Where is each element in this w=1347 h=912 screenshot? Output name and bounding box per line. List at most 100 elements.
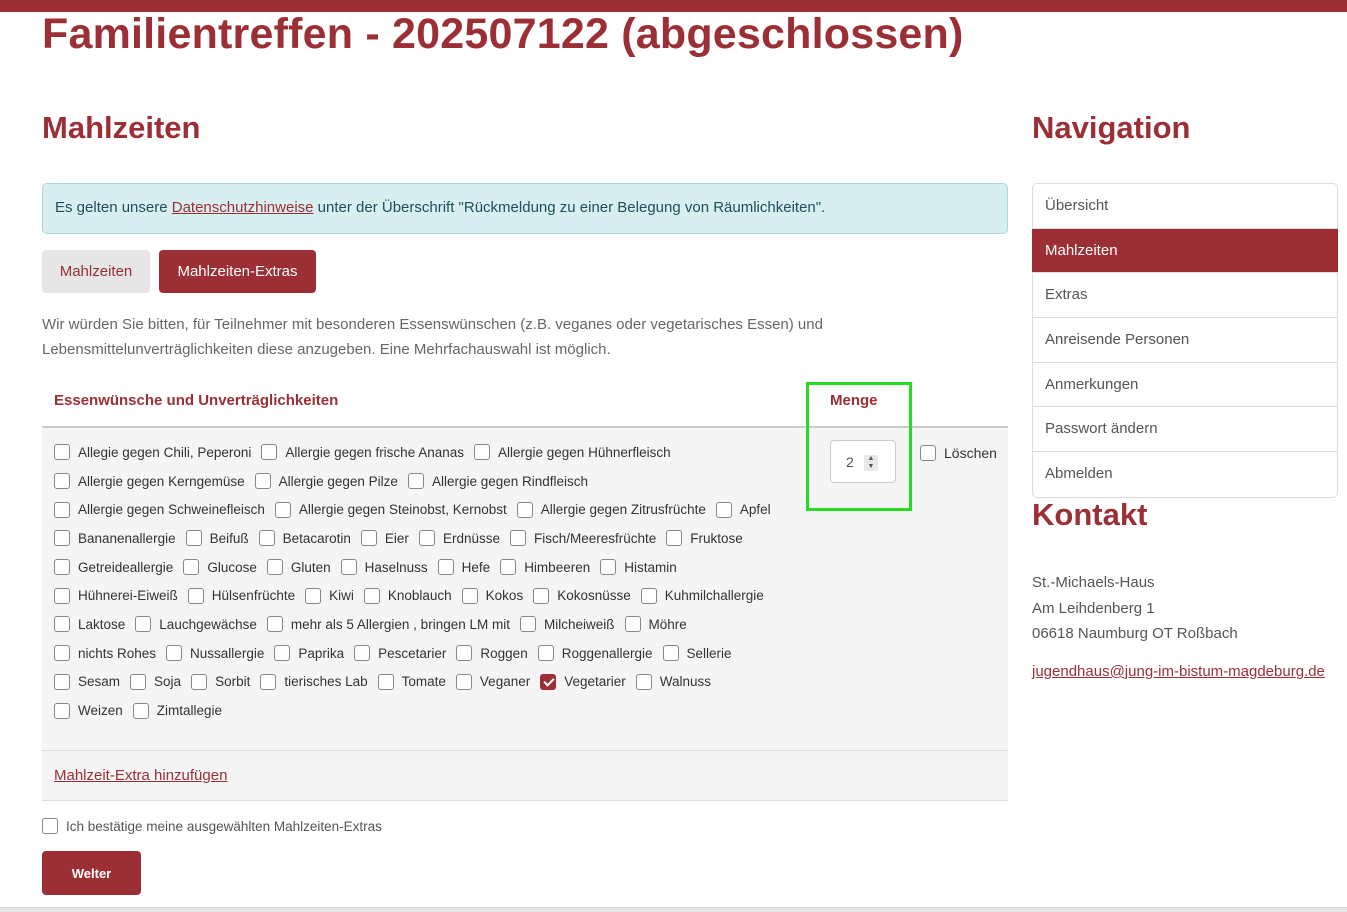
checkbox[interactable]	[54, 530, 70, 547]
option-checkbox-item[interactable]: Allergie gegen frische Ananas	[261, 438, 464, 467]
checkbox[interactable]	[624, 616, 641, 633]
checkbox[interactable]	[600, 559, 617, 576]
checkbox[interactable]	[187, 587, 204, 604]
checkbox[interactable]	[54, 501, 70, 518]
option-checkbox-item[interactable]: Laktose	[54, 610, 125, 639]
option-checkbox-item[interactable]: Betacarotin	[258, 524, 351, 553]
option-checkbox-item[interactable]: Lauchgewächse	[135, 610, 257, 639]
checkbox[interactable]	[662, 645, 679, 662]
checkbox[interactable]	[509, 530, 526, 547]
checkbox[interactable]	[407, 473, 424, 490]
checkbox[interactable]	[130, 673, 147, 690]
checkbox[interactable]	[437, 559, 454, 576]
checkbox[interactable]	[461, 587, 478, 604]
option-checkbox-item[interactable]: Allergie gegen Kerngemüse	[54, 467, 245, 496]
option-checkbox-item[interactable]: Getreideallergie	[54, 553, 173, 582]
option-checkbox-item[interactable]: Allergie gegen Rindfleisch	[407, 467, 588, 496]
checkbox[interactable]	[377, 673, 394, 690]
option-checkbox-item[interactable]: Erdnüsse	[418, 524, 500, 553]
option-checkbox-item[interactable]: Fisch/Meeresfrüchte	[509, 524, 656, 553]
checkbox[interactable]	[474, 444, 490, 461]
checkbox[interactable]	[533, 587, 550, 604]
option-checkbox-item[interactable]: Allergie gegen Steinobst, Kernobst	[274, 495, 507, 524]
option-checkbox-item[interactable]: Glucose	[183, 553, 257, 582]
option-checkbox-item[interactable]: Allergie gegen Hühnerfleisch	[474, 438, 671, 467]
option-checkbox-item[interactable]: Hefe	[437, 553, 490, 582]
option-checkbox-item[interactable]: Allegie gegen Chili, Peperoni	[54, 438, 251, 467]
option-checkbox-item[interactable]: Roggen	[456, 639, 528, 668]
checkbox[interactable]	[54, 673, 70, 690]
checkbox[interactable]	[132, 702, 149, 719]
checkbox[interactable]	[135, 616, 152, 633]
checkbox[interactable]	[363, 587, 380, 604]
option-checkbox-item[interactable]: Hülsenfrüchte	[187, 581, 295, 610]
option-checkbox-item[interactable]: Möhre	[624, 610, 687, 639]
option-checkbox-item[interactable]: Knoblauch	[363, 581, 452, 610]
checkbox[interactable]	[666, 530, 683, 547]
checkbox[interactable]	[54, 702, 70, 719]
next-button[interactable]: Welter	[42, 851, 141, 895]
checkbox[interactable]	[418, 530, 435, 547]
checkbox[interactable]	[54, 444, 70, 461]
confirm-checkbox[interactable]	[42, 818, 58, 834]
option-checkbox-item[interactable]: Histamin	[600, 553, 677, 582]
option-checkbox-item[interactable]: Allergie gegen Zitrusfrüchte	[516, 495, 706, 524]
checkbox[interactable]	[537, 645, 554, 662]
sidebar-item[interactable]: Übersicht	[1033, 184, 1337, 229]
quantity-stepper[interactable]: 2 ▲ ▼	[830, 440, 896, 483]
checkbox[interactable]	[185, 530, 202, 547]
sidebar-item[interactable]: Extras	[1033, 273, 1337, 319]
checkbox[interactable]	[54, 616, 70, 633]
option-checkbox-item[interactable]: Kuhmilchallergie	[640, 581, 764, 610]
option-checkbox-item[interactable]: Roggenallergie	[537, 639, 653, 668]
checkbox[interactable]	[456, 645, 473, 662]
checkbox[interactable]	[166, 645, 183, 662]
option-checkbox-item[interactable]: Himbeeren	[500, 553, 590, 582]
tab-mahlzeiten[interactable]: Mahlzeiten	[42, 250, 150, 293]
option-checkbox-item[interactable]: nichts Rohes	[54, 639, 156, 668]
checkbox[interactable]	[258, 530, 275, 547]
checkbox[interactable]	[340, 559, 357, 576]
checkbox[interactable]	[455, 673, 472, 690]
option-checkbox-item[interactable]: Kokos	[461, 581, 523, 610]
checkbox[interactable]	[260, 673, 277, 690]
option-checkbox-item[interactable]: mehr als 5 Allergien , bringen LM mit	[266, 610, 510, 639]
checkbox[interactable]	[715, 501, 732, 518]
option-checkbox-item[interactable]: Veganer	[455, 668, 530, 697]
option-checkbox-item[interactable]: Kokosnüsse	[533, 581, 631, 610]
option-checkbox-item[interactable]: Nussallergie	[166, 639, 264, 668]
checkbox[interactable]	[54, 473, 70, 490]
option-checkbox-item[interactable]: Bananenallergie	[54, 524, 176, 553]
privacy-link[interactable]: Datenschutzhinweise	[172, 199, 314, 216]
sidebar-item[interactable]: Passwort ändern	[1033, 407, 1337, 453]
option-checkbox-item[interactable]: Allergie gegen Pilze	[254, 467, 398, 496]
contact-email-link[interactable]: jugendhaus@jung-im-bistum-magdeburg.de	[1032, 663, 1325, 680]
checkbox[interactable]	[261, 444, 278, 461]
option-checkbox-item[interactable]: Apfel	[715, 495, 771, 524]
checkbox[interactable]	[54, 559, 70, 576]
option-checkbox-item[interactable]: Pescetarier	[354, 639, 446, 668]
option-checkbox-item[interactable]: Walnuss	[635, 668, 711, 697]
checkbox[interactable]	[519, 616, 536, 633]
option-checkbox-item[interactable]: Eier	[360, 524, 409, 553]
checkbox[interactable]	[354, 645, 371, 662]
sidebar-item[interactable]: Anmerkungen	[1033, 363, 1337, 408]
checkbox[interactable]	[54, 645, 70, 662]
option-checkbox-item[interactable]: Milcheiweiß	[519, 610, 615, 639]
option-checkbox-item[interactable]: Soja	[130, 668, 181, 697]
option-checkbox-item[interactable]: Sellerie	[662, 639, 732, 668]
option-checkbox-item[interactable]: Fruktose	[666, 524, 743, 553]
option-checkbox-item[interactable]: Haselnuss	[340, 553, 428, 582]
option-checkbox-item[interactable]: Allergie gegen Schweinefleisch	[54, 495, 265, 524]
checkbox[interactable]	[191, 673, 208, 690]
checkbox[interactable]	[500, 559, 517, 576]
tab-mahlzeiten-extras[interactable]: Mahlzeiten-Extras	[159, 250, 316, 293]
sidebar-item[interactable]: Mahlzeiten	[1032, 228, 1338, 274]
option-checkbox-item[interactable]: Vegetarier	[540, 668, 626, 697]
option-checkbox-item[interactable]: Hühnerei-Eiweiß	[54, 581, 178, 610]
option-checkbox-item[interactable]: Kiwi	[305, 581, 354, 610]
sidebar-item[interactable]: Anreisende Personen	[1033, 318, 1337, 363]
option-checkbox-item[interactable]: Sorbit	[191, 668, 250, 697]
option-checkbox-item[interactable]: Gluten	[266, 553, 331, 582]
checkbox[interactable]	[635, 673, 652, 690]
